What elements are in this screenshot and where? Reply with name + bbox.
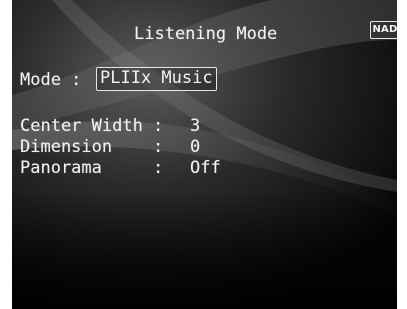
- mode-selector[interactable]: PLIIx Music: [96, 67, 217, 91]
- dimension-value[interactable]: 0: [190, 137, 200, 157]
- osd-screen: Listening Mode NAD Mode : PLIIx Music Ce…: [12, 0, 397, 309]
- panorama-label: Panorama :: [20, 158, 164, 178]
- screen-title: Listening Mode: [134, 24, 278, 44]
- center-width-label: Center Width :: [20, 116, 164, 136]
- panorama-value[interactable]: Off: [190, 158, 221, 178]
- nad-logo: NAD: [370, 21, 397, 39]
- dimension-label: Dimension :: [20, 137, 164, 157]
- center-width-value[interactable]: 3: [190, 116, 200, 136]
- mode-label: Mode :: [20, 70, 82, 90]
